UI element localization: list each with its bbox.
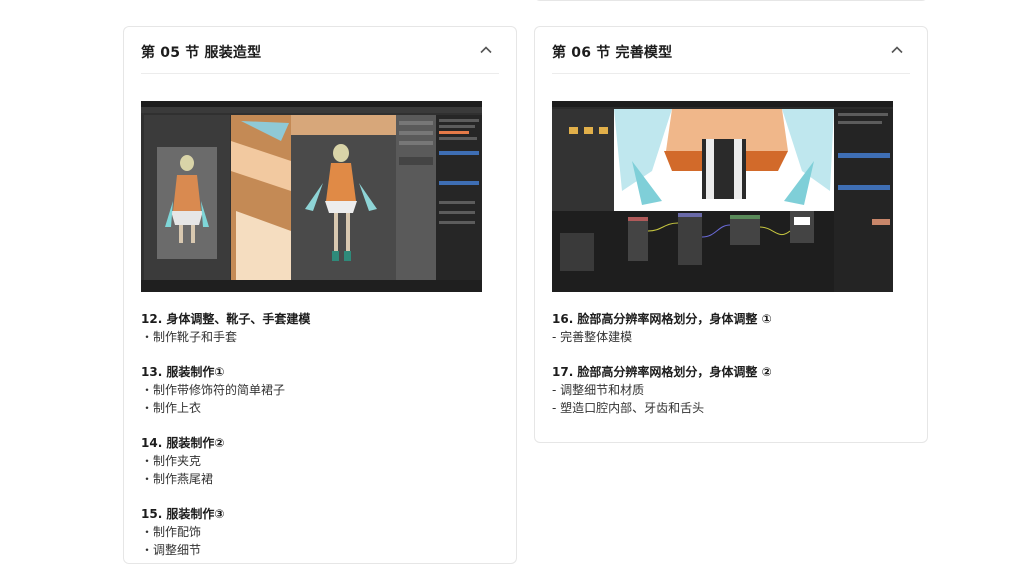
section-header[interactable]: 第 05 节 服装造型	[141, 27, 499, 74]
section-title: 第 06 节 完善模型	[552, 45, 673, 61]
chevron-up-icon[interactable]	[479, 43, 493, 57]
lesson-title: 16. 脸部高分辨率网格划分，身体调整 ①	[552, 312, 772, 326]
section-card-06: 第 06 节 完善模型 16. 脸部高分辨率网格划分，身体调整 ① - 完善整体…	[534, 26, 928, 443]
lesson-detail: ・调整细节	[141, 543, 202, 557]
previous-card-bottom	[534, 0, 928, 1]
lesson-detail: - 调整细节和材质	[552, 383, 645, 397]
lesson-item: 16. 脸部高分辨率网格划分，身体调整 ① - 完善整体建模	[552, 310, 910, 346]
blender-screenshot-image	[552, 101, 893, 292]
lesson-detail: ・制作夹克	[141, 454, 202, 468]
lesson-detail: - 塑造口腔内部、牙齿和舌头	[552, 401, 705, 415]
lesson-item: 13. 服装制作① ・制作带修饰符的简单裙子 ・制作上衣	[141, 363, 499, 417]
lesson-item: 14. 服装制作② ・制作夹克 ・制作燕尾裙	[141, 434, 499, 488]
lesson-title: 14. 服装制作②	[141, 436, 225, 450]
chevron-up-icon[interactable]	[890, 43, 904, 57]
lesson-item: 15. 服装制作③ ・制作配饰 ・调整细节	[141, 505, 499, 559]
lesson-item: 12. 身体调整、靴子、手套建模 ・制作靴子和手套	[141, 310, 499, 346]
lesson-list: 16. 脸部高分辨率网格划分，身体调整 ① - 完善整体建模 17. 脸部高分辨…	[552, 310, 910, 434]
section-card-05: 第 05 节 服装造型 12. 身体调整、靴子、手套建模 ・制作靴子和手套 13…	[123, 26, 517, 564]
section-header[interactable]: 第 06 节 完善模型	[552, 27, 910, 74]
lesson-detail: ・制作靴子和手套	[141, 330, 238, 344]
lesson-title: 17. 脸部高分辨率网格划分，身体调整 ②	[552, 365, 772, 379]
lesson-detail: ・制作配饰	[141, 525, 202, 539]
lesson-item: 17. 脸部高分辨率网格划分，身体调整 ② - 调整细节和材质 - 塑造口腔内部…	[552, 363, 910, 417]
lesson-detail: ・制作上衣	[141, 401, 202, 415]
lesson-detail: ・制作带修饰符的简单裙子	[141, 383, 286, 397]
blender-screenshot-image	[141, 101, 482, 292]
lesson-detail: ・制作燕尾裙	[141, 472, 214, 486]
lesson-title: 13. 服装制作①	[141, 365, 225, 379]
lesson-title: 15. 服装制作③	[141, 507, 225, 521]
lesson-list: 12. 身体调整、靴子、手套建模 ・制作靴子和手套 13. 服装制作① ・制作带…	[141, 310, 499, 576]
lesson-title: 12. 身体调整、靴子、手套建模	[141, 312, 311, 326]
section-title: 第 05 节 服装造型	[141, 45, 262, 61]
lesson-detail: - 完善整体建模	[552, 330, 633, 344]
